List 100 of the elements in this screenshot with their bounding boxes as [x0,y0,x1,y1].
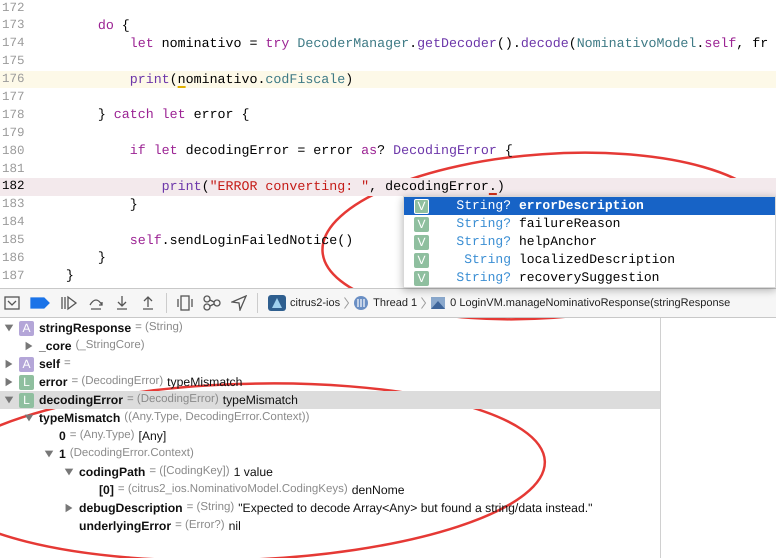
line-number: 176 [1,71,26,88]
variable-badge: L [19,374,34,390]
line-number: 182 [1,178,26,196]
app-icon [268,295,286,311]
variable-name: [0] [99,482,114,499]
view-hierarchy-icon[interactable] [177,295,193,311]
variable-name: underlyingError [79,518,172,535]
completion-type: String [463,251,511,270]
line-number: 181 [1,160,26,178]
variable-value: [Any] [138,428,166,445]
chevron-icon [421,297,426,309]
variable-name: typeMismatch [39,410,120,427]
thread-icon [353,295,370,311]
variable-name: self [39,356,60,373]
completion-name: recoverySuggestion [519,269,660,288]
variable-type: (DecodingError.Context) [70,446,194,462]
variable-type: = (citrus2_ios.NominativoModel.CodingKeys) [118,482,348,498]
variable-badge: V [414,234,429,250]
line-number: 174 [1,35,26,52]
variable-type: = (Any.Type) [70,428,134,444]
variable-name: error [39,374,68,391]
variable-type: = (DecodingError) [71,374,164,390]
disclosure-triangle-icon[interactable] [64,502,74,514]
completion-name: errorDescription [519,197,644,216]
code-line: print("ERROR converting: ", decodingError.) [160,178,505,196]
variable-badge: A [19,356,34,372]
disclosure-triangle-icon[interactable] [4,394,14,406]
completion-type: String? [455,269,511,288]
step-out-icon[interactable] [140,295,156,311]
variable-value: 1 value [234,464,273,481]
variable-row[interactable]: typeMismatch ((Any.Type, DecodingError.Context)) [0,409,660,427]
completion-name: localizedDescription [519,251,676,270]
disclosure-triangle-icon[interactable] [4,358,14,370]
completion-item[interactable]: V String localizedDescription [404,251,775,269]
variable-row[interactable]: A self = [0,355,660,373]
code-line: } [128,196,138,214]
completion-item[interactable]: V String? failureReason [404,215,775,233]
disclosure-triangle-icon[interactable] [44,448,54,460]
variable-badge: V [414,252,429,268]
variable-row[interactable]: codingPath = ([CodingKey]) 1 value [0,463,660,481]
disclosure-triangle-icon[interactable] [4,322,14,334]
line-number: 187 [1,268,26,285]
stack-frame-icon [430,295,446,311]
memory-graph-icon[interactable] [203,295,221,311]
disclosure-triangle-icon[interactable] [24,412,34,424]
code-line: } [96,249,106,268]
location-arrow-icon[interactable] [231,295,247,311]
variable-badge: V [414,198,429,214]
variable-type: = [64,356,71,372]
variable-badge: V [414,216,429,232]
line-number: 177 [1,89,26,106]
variable-value: nil [228,518,241,535]
code-line: if let decodingError = error as? DecodingError { [128,142,513,160]
variable-row[interactable]: L decodingError = (DecodingError) typeMismatch [0,391,660,409]
completion-type: String? [455,233,511,252]
disclosure-triangle-icon[interactable] [4,376,14,388]
variable-row[interactable]: underlyingError = (Error?) nil [0,517,660,535]
variable-type: ((Any.Type, DecodingError.Context)) [124,410,310,426]
code-line: } catch let error { [96,106,250,124]
variable-type: = (String) [135,320,183,336]
completion-type: String? [455,215,511,234]
continue-icon[interactable] [60,295,78,311]
variable-name: stringResponse [39,320,132,337]
line-number: 184 [1,214,26,232]
line-number: 185 [1,232,26,250]
chevron-icon [344,297,350,309]
line-number: 178 [1,106,26,124]
line-number: 172 [1,0,26,17]
variable-row[interactable]: A stringResponse = (String) [0,319,660,337]
variable-row[interactable]: _core (_StringCore) [0,337,660,355]
breadcrumb-item[interactable]: citrus2-ios [290,294,340,312]
variable-name: codingPath [79,464,146,481]
code-line: } [64,267,74,286]
variable-row[interactable]: 1 (DecodingError.Context) [0,445,660,463]
code-line: let nominativo = try DecoderManager.getDecoder().decode(NominativoModel.self, fr [128,34,768,53]
completion-name: helpAnchor [519,233,598,252]
variable-row[interactable]: [0] = (citrus2_ios.NominativoModel.CodingKeys) denNome [0,481,660,499]
completion-type: String? [455,197,511,216]
variable-row[interactable]: 0 = (Any.Type) [Any] [0,427,660,445]
variable-name: 0 [59,428,66,445]
breadcrumb-item[interactable]: 0 LoginVM.manageNominativoResponse(stringResponse [450,294,730,312]
variable-badge: V [414,270,429,286]
completion-item[interactable]: V String? helpAnchor [404,233,775,251]
variable-type: = ([CodingKey]) [149,464,230,480]
line-number: 183 [1,196,26,214]
line-number: 186 [1,250,26,268]
variable-value: denNome [352,482,405,499]
variable-type: (_StringCore) [76,338,145,354]
breadcrumb-item[interactable]: Thread 1 [373,294,418,312]
disclosure-triangle-icon[interactable] [24,340,34,352]
variable-type: = (Error?) [175,518,225,534]
variable-name: decodingError [39,392,123,409]
step-into-icon[interactable] [114,295,130,311]
breakpoint-toggle-icon[interactable] [30,295,50,311]
completion-item[interactable]: V String? errorDescription [404,197,775,215]
code-line: do { [96,16,130,35]
line-number: 179 [1,124,26,142]
disclosure-triangle-icon[interactable] [64,466,74,478]
hide-panel-icon[interactable] [4,295,20,311]
completion-item[interactable]: V String? recoverySuggestion [404,269,775,287]
